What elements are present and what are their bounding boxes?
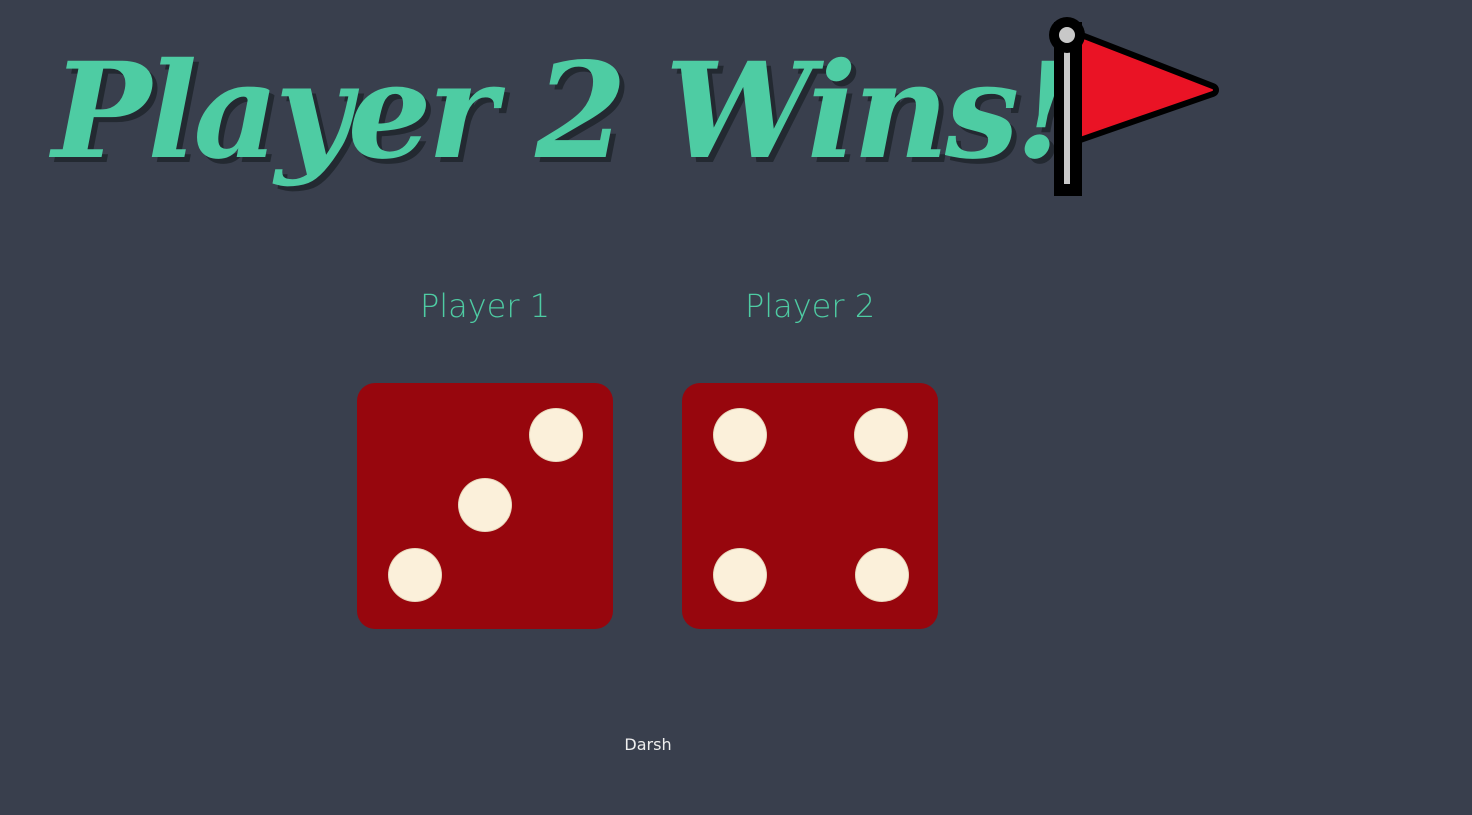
die-pip bbox=[855, 409, 907, 461]
die-pip bbox=[714, 549, 766, 601]
die-pip bbox=[530, 409, 582, 461]
player-1-label: Player 1 bbox=[419, 287, 551, 325]
die-pip bbox=[459, 479, 511, 531]
footer-author: Darsh bbox=[624, 735, 672, 754]
die-pip bbox=[714, 409, 766, 461]
die-pip bbox=[856, 549, 908, 601]
title-row: Player 2 Wins! bbox=[52, 14, 1073, 209]
player-2-die bbox=[682, 383, 938, 629]
red-flag-icon bbox=[1049, 17, 1219, 196]
die-pip bbox=[389, 549, 441, 601]
page-title: Player 2 Wins! bbox=[52, 33, 1073, 189]
player-1-die bbox=[357, 383, 613, 629]
player-2-label: Player 2 bbox=[744, 287, 876, 325]
